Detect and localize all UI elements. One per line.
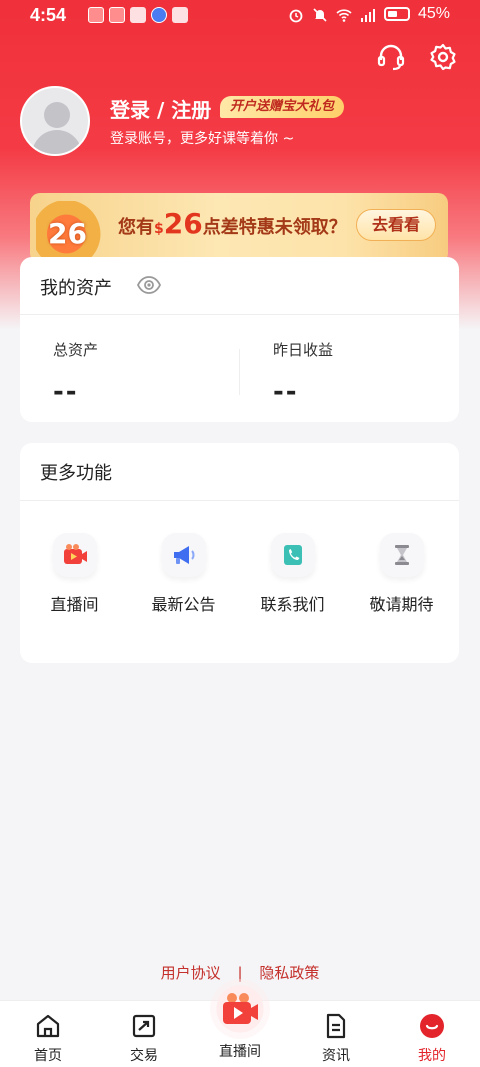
- function-label: 联系我们: [260, 595, 325, 614]
- app-notification-icon: [109, 7, 125, 23]
- live-video-icon: [52, 533, 97, 577]
- function-label: 最新公告: [151, 595, 216, 614]
- tab-label: 资讯: [322, 1048, 350, 1064]
- more-functions-card: 更多功能 直播间 最新公告 联系我们 敬请期待: [20, 443, 459, 663]
- banner-currency: $: [154, 221, 164, 237]
- yesterday-earnings-value: --: [273, 377, 299, 407]
- card-divider: [20, 314, 459, 315]
- assets-title: 我的资产: [40, 278, 112, 299]
- total-assets-value: --: [53, 377, 79, 407]
- app-notification-icon: [88, 7, 104, 23]
- system-status: 45%: [288, 5, 450, 23]
- tab-label: 首页: [34, 1048, 62, 1064]
- bottom-tab-bar: 首页 交易 直播间 资讯 我的: [0, 979, 480, 1067]
- banner-amount: 26: [163, 207, 203, 240]
- tab-trade[interactable]: 交易: [96, 1001, 192, 1067]
- promo-tag: 开户送赠宝大礼包: [220, 96, 345, 118]
- function-item-live-room[interactable]: 直播间: [20, 533, 129, 615]
- megaphone-icon: [161, 533, 206, 577]
- card-divider: [20, 500, 459, 501]
- yesterday-earnings-label: 昨日收益: [273, 341, 334, 359]
- banner-text-suffix: 点差特惠未领取？: [202, 217, 347, 238]
- profile-icon: [419, 1013, 445, 1039]
- battery-level: 45%: [417, 5, 450, 22]
- asset-separator: [239, 349, 240, 395]
- functions-grid: 直播间 最新公告 联系我们 敬请期待: [20, 533, 459, 615]
- wechat-icon: [172, 7, 188, 23]
- status-time: 4:54: [30, 5, 67, 25]
- total-assets-label: 总资产: [53, 341, 99, 359]
- news-icon: [323, 1013, 349, 1039]
- live-icon: [210, 979, 270, 1039]
- banner-text-prefix: 您有: [118, 217, 154, 238]
- function-label: 敬请期待: [369, 595, 434, 614]
- qq-icon: [130, 7, 146, 23]
- login-subtitle: 登录账号，更多好课等着你 ~: [110, 131, 295, 147]
- home-icon: [35, 1013, 61, 1039]
- function-item-coming-soon[interactable]: 敬请期待: [347, 533, 456, 615]
- header-actions: [374, 40, 460, 74]
- tab-news[interactable]: 资讯: [288, 1001, 384, 1067]
- function-item-contact-us[interactable]: 联系我们: [238, 533, 347, 615]
- tab-live[interactable]: 直播间: [192, 979, 288, 1067]
- browser-icon: [151, 7, 167, 23]
- phone-icon: [270, 533, 315, 577]
- avatar-head-shape: [44, 102, 70, 128]
- banner-go-button[interactable]: 去看看: [356, 209, 436, 241]
- tab-label: 我的: [418, 1048, 446, 1064]
- more-functions-title: 更多功能: [40, 463, 112, 484]
- assets-card: 我的资产 总资产 -- 昨日收益 --: [20, 257, 459, 422]
- privacy-policy-link[interactable]: 隐私政策: [259, 962, 319, 983]
- promo-banner[interactable]: 26 您有 $ 26 点差特惠未领取？ 去看看: [30, 193, 448, 263]
- notification-icons: [88, 7, 188, 23]
- function-item-announcements[interactable]: 最新公告: [129, 533, 238, 615]
- user-agreement-link[interactable]: 用户协议: [161, 962, 221, 983]
- eye-visibility-icon[interactable]: [136, 275, 162, 295]
- banner-badge-number: 26: [48, 217, 87, 250]
- avatar[interactable]: [20, 86, 90, 156]
- tab-profile[interactable]: 我的: [384, 1001, 480, 1067]
- mute-icon: [312, 7, 328, 22]
- tab-label: 直播间: [219, 1044, 261, 1060]
- login-register-link[interactable]: 登录 / 注册: [110, 94, 211, 123]
- tab-label: 交易: [130, 1048, 158, 1064]
- hourglass-icon: [379, 533, 424, 577]
- status-bar: 4:54 45%: [0, 0, 480, 32]
- banner-text: 您有 $ 26 点差特惠未领取？: [118, 207, 347, 240]
- alarm-icon: [288, 7, 304, 23]
- settings-gear-icon[interactable]: [426, 40, 460, 74]
- trade-icon: [131, 1013, 157, 1039]
- customer-service-icon[interactable]: [374, 40, 408, 74]
- function-label: 直播间: [50, 595, 99, 614]
- signal-icon: [360, 7, 376, 22]
- avatar-body-shape: [32, 130, 82, 154]
- battery-icon: [383, 7, 410, 21]
- wifi-icon: [336, 7, 352, 22]
- tab-home[interactable]: 首页: [0, 1001, 96, 1067]
